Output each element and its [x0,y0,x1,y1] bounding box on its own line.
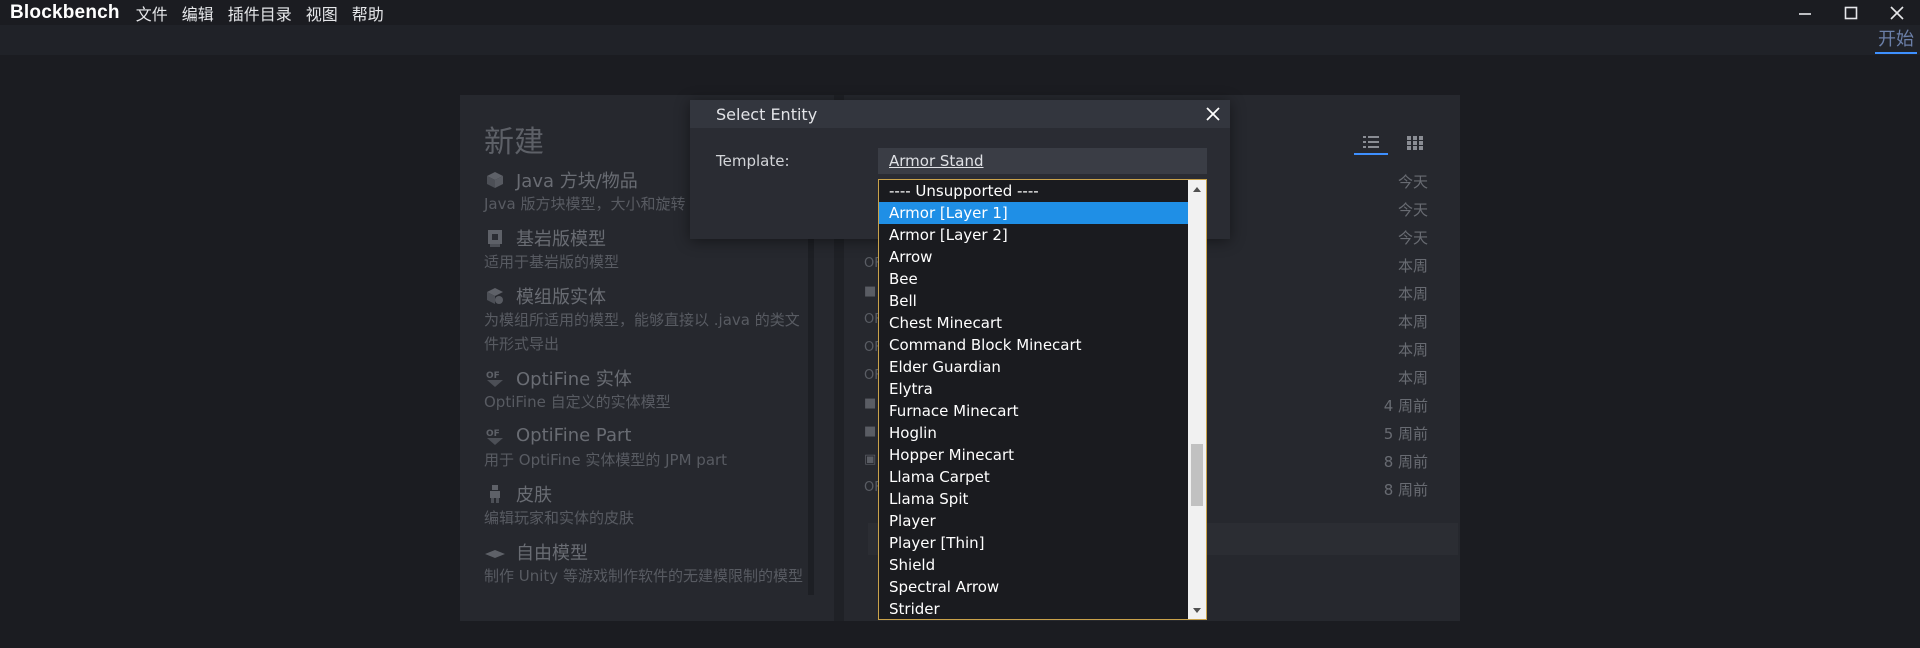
menu-view[interactable]: 视图 [306,1,338,25]
recent-date: 本周 [1397,284,1428,303]
dropdown-option[interactable]: Llama Carpet [879,466,1188,488]
format-optifine-entity[interactable]: OF OptiFine 实体 OptiFine 自定义的实体模型 [484,365,816,414]
format-description: 适用于基岩版的模型 [484,253,620,271]
optifine-icon: OF [484,367,506,389]
dropdown-scrollbar[interactable] [1188,180,1206,619]
dropdown-option[interactable]: Hopper Minecart [879,444,1188,466]
scroll-down-icon [1193,607,1201,613]
recent-date: 本周 [1397,340,1428,359]
scroll-down-button[interactable] [1188,602,1206,619]
recent-date: 4 周前 [1383,396,1428,415]
dropdown-option[interactable]: Spectral Arrow [879,576,1188,598]
format-name: 模组版实体 [516,286,606,308]
dropdown-option[interactable]: Furnace Minecart [879,400,1188,422]
recent-date: 8 周前 [1383,480,1428,499]
window-controls [1782,0,1920,25]
recent-date: 5 周前 [1383,424,1428,443]
template-label: Template: [716,152,790,170]
close-icon [1890,5,1904,20]
bedrock-icon [484,227,506,249]
format-free-model[interactable]: 自由模型 制作 Unity 等游戏制作软件的无建模限制的模型 [484,539,816,588]
grid-view-button[interactable] [1398,131,1432,155]
dropdown-option[interactable]: Armor [Layer 1] [879,202,1188,224]
dropdown-option[interactable]: Shield [879,554,1188,576]
dropdown-option[interactable]: Arrow [879,246,1188,268]
dropdown-option[interactable]: ---- Unsupported ---- [879,180,1188,202]
maximize-icon [1844,6,1858,19]
optifine-part-icon: OF [484,425,506,447]
dropdown-option[interactable]: Elytra [879,378,1188,400]
format-name: 基岩版模型 [516,228,606,250]
format-name: 自由模型 [516,542,588,564]
svg-text:OF: OF [486,371,500,381]
dropdown-option[interactable]: Player [879,510,1188,532]
app-name: Blockbench [10,1,120,23]
list-view-icon [1363,136,1379,148]
modded-entity-icon [484,285,506,307]
recent-date: 8 周前 [1383,452,1428,471]
dropdown-option[interactable]: Chest Minecart [879,312,1188,334]
free-model-icon [484,541,506,563]
format-name: 皮肤 [516,484,552,506]
java-block-icon [484,169,506,191]
format-optifine-part[interactable]: OF OptiFine Part 用于 OptiFine 实体模型的 JPM p… [484,423,816,472]
close-icon [1206,107,1220,121]
dropdown-option[interactable]: Player [Thin] [879,532,1188,554]
recent-date: 本周 [1397,256,1428,275]
recent-date: 今天 [1397,200,1428,219]
recent-date: 本周 [1397,368,1428,387]
format-description: 制作 Unity 等游戏制作软件的无建模限制的模型 [484,567,803,585]
recent-date: 本周 [1397,312,1428,331]
format-description: 用于 OptiFine 实体模型的 JPM part [484,451,728,469]
format-name: Java 方块/物品 [516,170,638,192]
list-view-button[interactable] [1354,131,1388,155]
recent-date: 今天 [1397,228,1428,247]
template-selected-value: Armor Stand [889,152,984,170]
dropdown-option[interactable]: Llama Spit [879,488,1188,510]
template-dropdown-list[interactable]: ---- Unsupported ---- Armor [Layer 1] Armo… [878,179,1207,620]
maximize-button[interactable] [1828,0,1874,25]
format-skin[interactable]: 皮肤 编辑玩家和实体的皮肤 [484,481,816,530]
dropdown-option[interactable]: Bell [879,290,1188,312]
format-modded-entity[interactable]: 模组版实体 为模组所适用的模型，能够直接以 .java 的类文件形式导出 [484,283,816,356]
menu-help[interactable]: 帮助 [352,1,384,25]
dropdown-option[interactable]: Elder Guardian [879,356,1188,378]
template-select[interactable]: Armor Stand [878,148,1207,174]
scrollbar-thumb[interactable] [1191,443,1203,506]
dropdown-option[interactable]: Strider [879,598,1188,619]
dropdown-option[interactable]: Armor [Layer 2] [879,224,1188,246]
format-description: 编辑玩家和实体的皮肤 [484,509,635,527]
tab-strip: 开始 [0,25,1920,55]
close-window-button[interactable] [1874,0,1920,25]
format-name: OptiFine 实体 [516,368,632,390]
format-description: 为模组所适用的模型，能够直接以 .java 的类文件形式导出 [484,311,800,353]
scroll-up-button[interactable] [1188,180,1206,197]
dialog-close-button[interactable] [1202,103,1224,125]
format-description: OptiFine 自定义的实体模型 [484,393,671,411]
view-toggle [1354,131,1432,155]
dropdown-option[interactable]: Hoglin [879,422,1188,444]
minimize-button[interactable] [1782,0,1828,25]
menu-file[interactable]: 文件 [136,1,168,25]
grid-view-icon [1407,136,1423,150]
minimize-icon [1799,12,1811,15]
menu-plugins[interactable]: 插件目录 [228,1,292,25]
format-name: OptiFine Part [516,425,632,446]
skin-icon [484,483,506,505]
tab-start[interactable]: 开始 [1875,28,1917,54]
scroll-up-icon [1193,186,1201,192]
menu-edit[interactable]: 编辑 [182,1,214,25]
dropdown-options: ---- Unsupported ---- Armor [Layer 1] Armo… [879,180,1188,619]
title-bar: Blockbench 文件 编辑 插件目录 视图 帮助 [0,0,1920,25]
svg-text:OF: OF [486,429,500,439]
dialog-title: Select Entity [690,100,1230,128]
dropdown-option[interactable]: Bee [879,268,1188,290]
dropdown-option[interactable]: Command Block Minecart [879,334,1188,356]
recent-date: 今天 [1397,172,1428,191]
